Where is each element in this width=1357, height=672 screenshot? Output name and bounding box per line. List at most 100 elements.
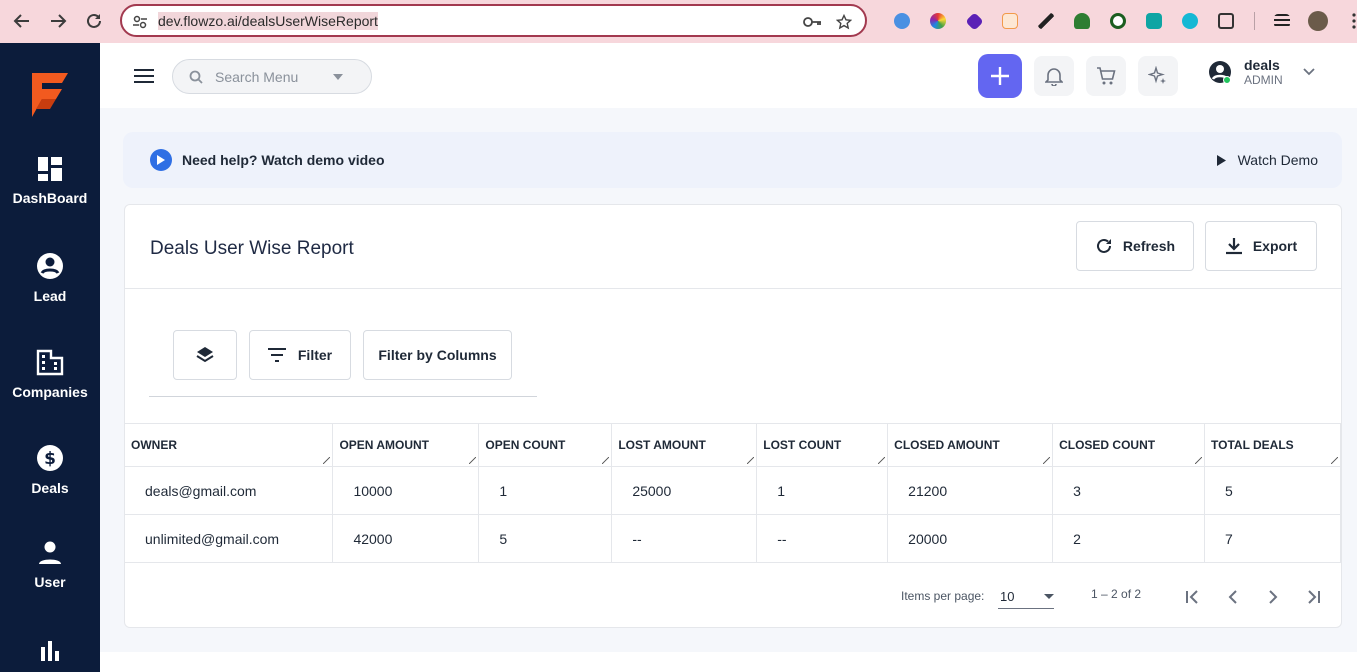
table-cell: -- [611,514,758,563]
export-button[interactable]: Export [1205,221,1317,271]
divider [125,288,1341,289]
play-circle-icon[interactable] [150,149,172,171]
chevron-down-icon [1303,68,1315,76]
table-cell: -- [756,514,889,563]
ai-sparkle-button[interactable] [1138,56,1178,96]
help-text: Need help? Watch demo video [182,152,385,168]
extension-icon[interactable] [1064,8,1100,34]
help-banner: Need help? Watch demo video Watch Demo [123,132,1342,188]
bar-chart-icon [41,641,59,661]
column-header[interactable]: LOST AMOUNT [611,423,758,467]
table-cell: 20000 [887,514,1054,563]
site-settings-icon[interactable] [132,14,148,35]
paginator: Items per page: 10 1 – 2 of 2 [125,585,1341,609]
column-header[interactable]: OPEN AMOUNT [332,423,480,467]
puzzle-icon[interactable] [1208,8,1244,34]
refresh-button[interactable]: Refresh [1076,221,1194,271]
column-header[interactable]: TOTAL DEALS [1204,423,1341,467]
notifications-button[interactable] [1034,56,1074,96]
playlist-icon[interactable] [1264,8,1300,34]
sidebar-item-deals[interactable]: $ Deals [0,444,100,496]
cart-button[interactable] [1086,56,1126,96]
sidebar-item-label: Deals [31,480,69,496]
extensions-row [884,8,1357,34]
dashboard-icon [38,157,62,181]
table-cell: 25000 [611,466,758,515]
next-page-icon[interactable] [1261,585,1285,609]
sidebar-item-reports[interactable] [0,639,100,661]
extension-icon[interactable] [1172,8,1208,34]
reload-icon[interactable] [76,3,112,39]
search-menu-input[interactable]: Search Menu [172,59,372,94]
sidebar-item-companies[interactable]: Companies [0,348,100,400]
bell-icon [1045,68,1063,86]
search-icon [189,70,203,84]
table-cell: 5 [478,514,613,563]
table-cell: 7 [1204,514,1341,563]
extension-icon[interactable] [1100,8,1136,34]
building-icon [36,349,64,376]
eyedropper-icon[interactable] [1028,8,1064,34]
sidebar-item-lead[interactable]: Lead [0,252,100,304]
sidebar-item-dashboard[interactable]: DashBoard [0,156,100,206]
table-cell: 1 [756,466,889,515]
watch-demo-label: Watch Demo [1237,152,1318,168]
avatar-icon [1209,61,1231,84]
dollar-icon: $ [37,445,63,471]
sidebar: DashBoard Lead Companies $ Deals User [0,43,100,672]
filter-label: Filter [297,347,333,363]
extension-icon[interactable] [920,8,956,34]
address-bar[interactable]: dev.flowzo.ai/dealsUserWiseReport [120,4,867,37]
sparkle-icon [1148,66,1166,84]
filter-by-columns-button[interactable]: Filter by Columns [363,330,512,380]
table-cell: deals@gmail.com [125,466,334,515]
person-icon [39,541,61,564]
bookmark-star-icon[interactable] [835,13,853,35]
table-cell: 10000 [332,466,480,515]
extension-icon[interactable] [956,8,992,34]
column-header[interactable]: OWNER [125,423,334,467]
sidebar-item-label: Lead [33,288,67,304]
top-header: Search Menu deals ADMIN [100,43,1357,108]
profile-avatar-icon[interactable] [1300,8,1336,34]
hamburger-menu-icon[interactable] [134,69,154,88]
last-page-icon[interactable] [1301,585,1325,609]
chevron-down-icon [1044,594,1054,599]
user-menu[interactable]: deals ADMIN [1208,57,1315,87]
column-header[interactable]: LOST COUNT [756,423,889,467]
toolbar-underline [149,396,537,397]
plus-icon [991,67,1009,85]
table-row: unlimited@gmail.com 42000 5 -- -- 20000 … [125,514,1341,563]
first-page-icon[interactable] [1181,585,1205,609]
extension-icon[interactable] [884,8,920,34]
extension-icon[interactable] [992,8,1028,34]
page-title: Deals User Wise Report [150,238,354,259]
table-cell: 2 [1052,514,1206,563]
refresh-icon [1096,238,1111,253]
search-placeholder: Search Menu [215,68,299,85]
layers-button[interactable] [173,330,237,380]
column-header[interactable]: OPEN COUNT [478,423,613,467]
items-per-page-select[interactable]: 10 [998,585,1054,609]
flowzo-logo [28,71,72,124]
column-header[interactable]: CLOSED COUNT [1052,423,1206,467]
filter-by-columns-label: Filter by Columns [378,347,497,363]
key-icon[interactable] [802,14,822,35]
table-cell: 21200 [887,466,1054,515]
export-label: Export [1252,238,1298,254]
divider [1244,8,1264,34]
back-arrow-icon[interactable] [4,3,40,39]
forward-arrow-icon[interactable] [40,3,76,39]
sidebar-item-user[interactable]: User [0,540,100,590]
add-button[interactable] [978,54,1022,98]
sidebar-item-label: DashBoard [12,190,88,206]
user-name: deals [1244,57,1280,73]
extension-icon[interactable] [1136,8,1172,34]
watch-demo-button[interactable]: Watch Demo [1216,152,1318,168]
menu-dots-icon[interactable] [1336,8,1357,34]
previous-page-icon[interactable] [1221,585,1245,609]
report-card: Deals User Wise Report Refresh Export Fi… [124,204,1342,628]
footer-strip [100,652,1357,672]
filter-button[interactable]: Filter [249,330,351,380]
column-header[interactable]: CLOSED AMOUNT [887,423,1054,467]
